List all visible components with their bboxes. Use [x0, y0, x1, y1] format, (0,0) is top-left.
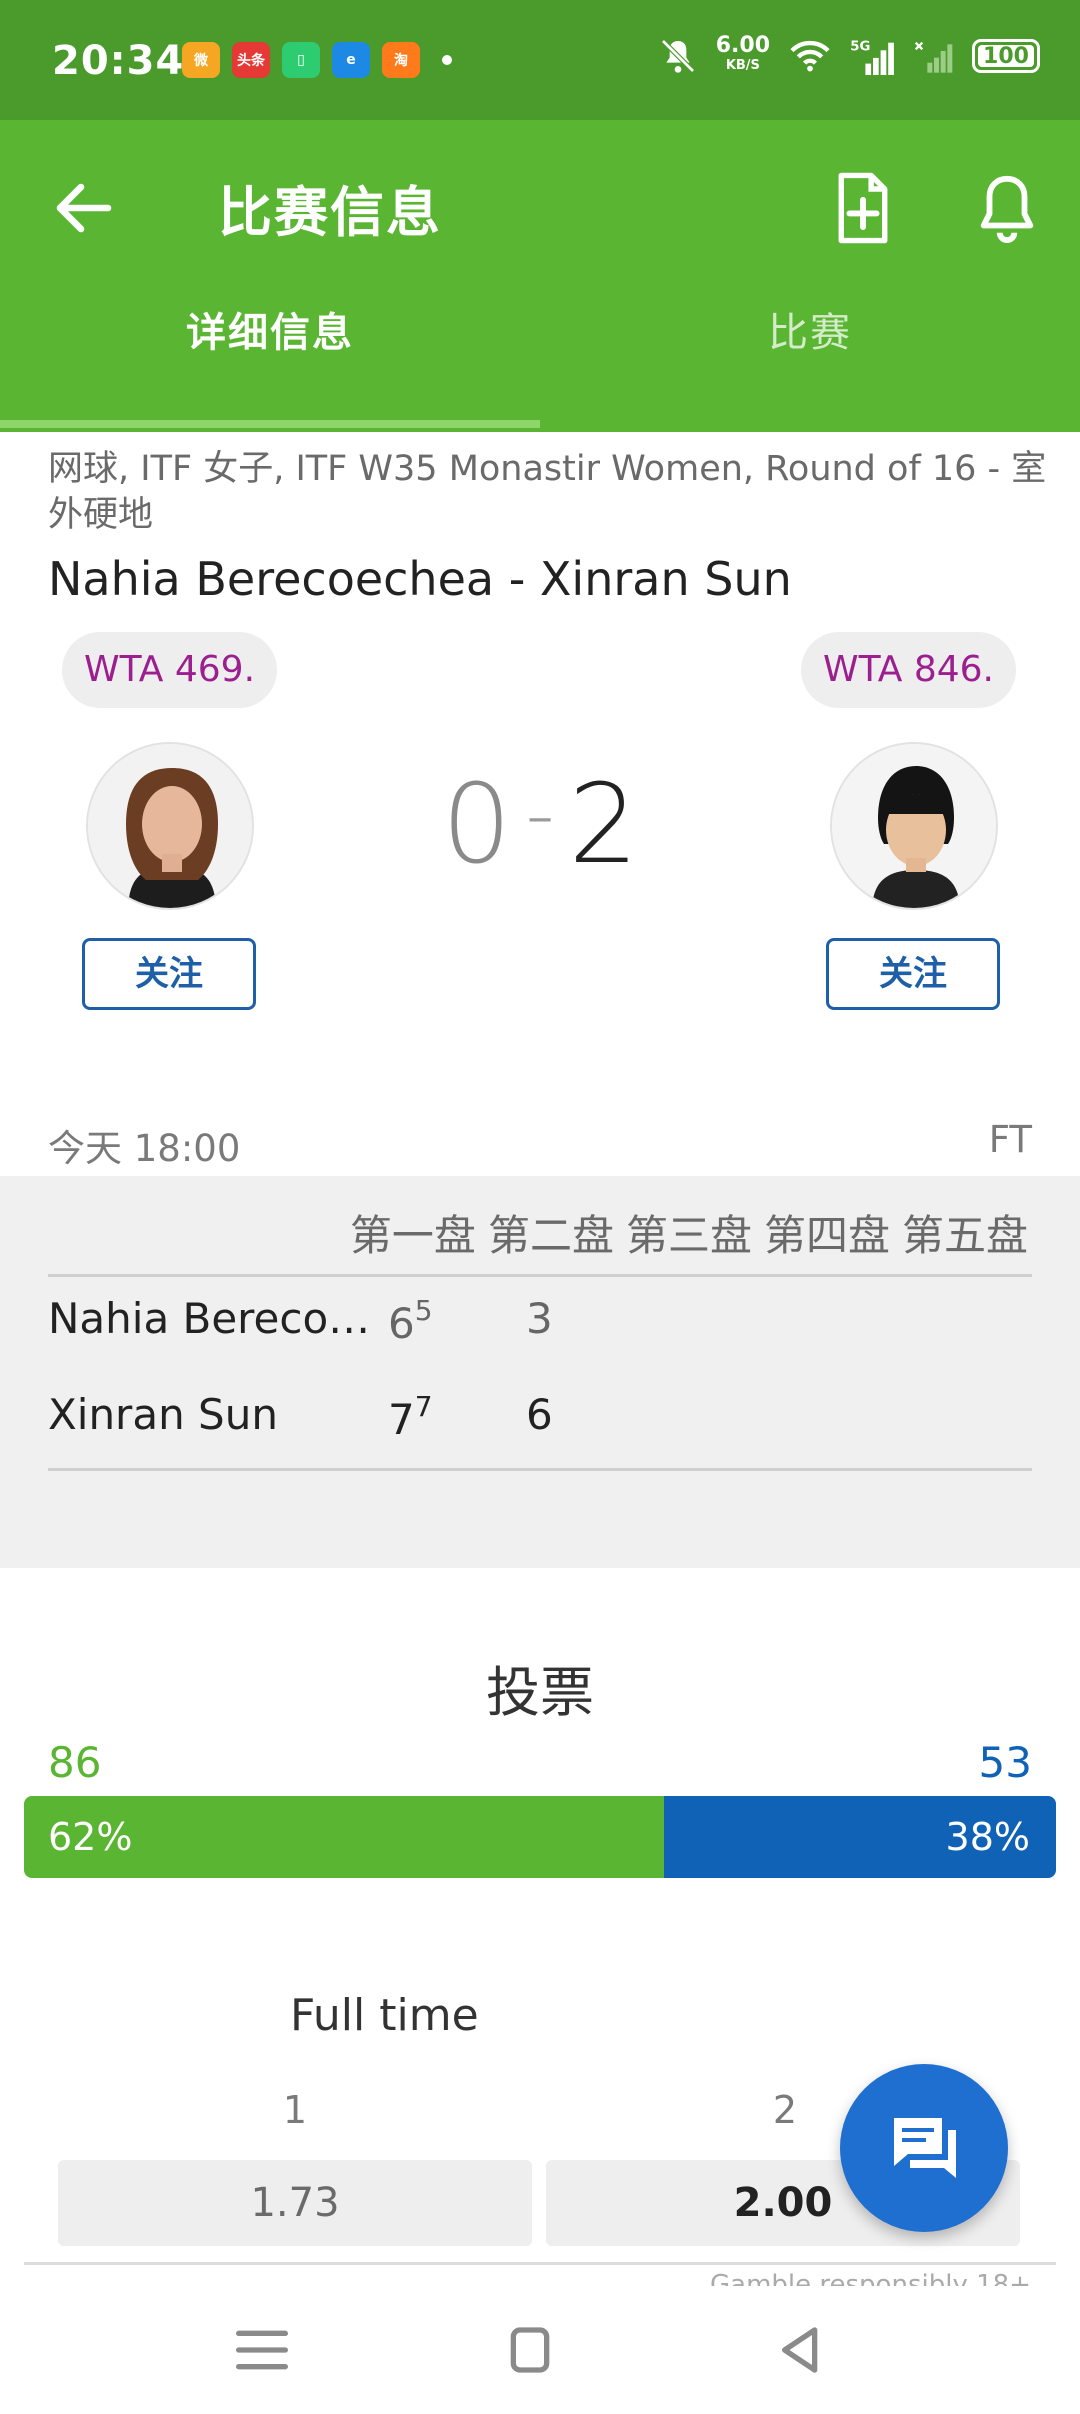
match-score: 0-2 [440, 760, 640, 888]
system-icons: 6.00 KB/S 5G 100 [658, 33, 1040, 76]
active-tab-indicator [0, 420, 540, 428]
page-title: 比赛信息 [218, 181, 442, 244]
match-status: FT [988, 1118, 1032, 1161]
notification-icons: 微 头条 ▯ e 淘 [182, 42, 452, 78]
wifi-icon [790, 40, 830, 72]
odds-home-button[interactable]: 1.73 [58, 2160, 532, 2246]
add-to-calendar-icon[interactable] [830, 170, 896, 246]
browser-icon: e [332, 42, 370, 78]
wallet-icon: ▯ [282, 42, 320, 78]
tab-match[interactable]: 比赛 [540, 300, 1080, 390]
signal-label: 5G [850, 39, 870, 54]
back-nav-icon[interactable] [758, 2310, 838, 2390]
battery-icon: 100 [972, 39, 1040, 73]
away-score: 2 [568, 760, 639, 888]
divider [48, 1468, 1032, 1471]
system-nav-bar [0, 2288, 1080, 2414]
divider [24, 2262, 1056, 2265]
home-nav-icon[interactable] [490, 2310, 570, 2390]
away-player-name: Xinran Sun [48, 1390, 278, 1439]
poll-bar[interactable]: 62% 38% [24, 1796, 1056, 1878]
set-header: 第五盘 [901, 1211, 1028, 1260]
home-score: 0 [441, 760, 512, 888]
match-title: Nahia Berecoechea - Xinran Sun [48, 552, 792, 606]
home-set1-score: 65 [388, 1294, 433, 1348]
odds-label-home: 1 [282, 2088, 308, 2132]
home-player-name: Nahia Bereco… [48, 1294, 371, 1343]
score-separator: - [525, 768, 555, 861]
away-vote-segment[interactable]: 38% [663, 1796, 1056, 1878]
app-bar: 比赛信息 详细信息 比赛 [0, 120, 1080, 432]
taobao-icon: 淘 [382, 42, 420, 78]
signal-2-icon [914, 41, 953, 73]
set-score-table: 第一盘 第二盘 第三盘 第四盘 第五盘 Nahia Bereco… 65 3 X… [0, 1176, 1080, 1568]
clock: 20:34 [52, 38, 185, 84]
divider [48, 1274, 1032, 1277]
disclaimer-text: Gamble responsibly 18+ [710, 2270, 1031, 2286]
poll-title: 投票 [486, 1661, 594, 1724]
home-vote-count: 86 [48, 1738, 102, 1787]
league-info: 网球, ITF 女子, ITF W35 Monastir Women, Roun… [48, 449, 1047, 535]
set-headers: 第一盘 第二盘 第三盘 第四盘 第五盘 [350, 1202, 1028, 1263]
menu-nav-icon[interactable] [222, 2310, 302, 2390]
set-header: 第三盘 [625, 1211, 752, 1260]
status-bar: 20:34 微 头条 ▯ e 淘 6.00 KB/S 5G 100 [0, 0, 1080, 120]
set-header: 第二盘 [487, 1211, 614, 1260]
away-set1-score: 77 [388, 1390, 433, 1444]
toutiao-icon: 头条 [232, 42, 270, 78]
away-player-avatar[interactable] [830, 742, 998, 910]
chat-icon [894, 2118, 956, 2178]
home-ranking-badge: WTA 469. [62, 632, 278, 708]
notification-bell-icon[interactable] [972, 170, 1042, 246]
home-set2-score: 3 [526, 1294, 553, 1343]
back-arrow-icon[interactable] [48, 172, 120, 244]
home-player-avatar[interactable] [86, 742, 254, 910]
match-start-time: 今天 18:00 [48, 1127, 241, 1170]
tab-details[interactable]: 详细信息 [0, 300, 540, 390]
odds-title: Full time [290, 1990, 479, 2041]
set-header: 第四盘 [763, 1211, 890, 1260]
away-set2-score: 6 [526, 1390, 553, 1439]
set-header: 第一盘 [349, 1211, 476, 1260]
follow-home-button[interactable]: 关注 [82, 938, 256, 1010]
chat-fab-button[interactable] [840, 2064, 1008, 2232]
more-notifications-dot [442, 55, 452, 65]
away-vote-count: 53 [978, 1738, 1032, 1787]
mute-icon [660, 39, 695, 73]
follow-away-button[interactable]: 关注 [826, 938, 1000, 1010]
home-vote-segment[interactable]: 62% [24, 1796, 664, 1878]
away-ranking-badge: WTA 846. [800, 632, 1016, 708]
weibo-icon: 微 [182, 42, 220, 78]
net-speed: 6.00 KB/S [715, 33, 770, 74]
signal-5g-icon: 5G [850, 39, 894, 75]
